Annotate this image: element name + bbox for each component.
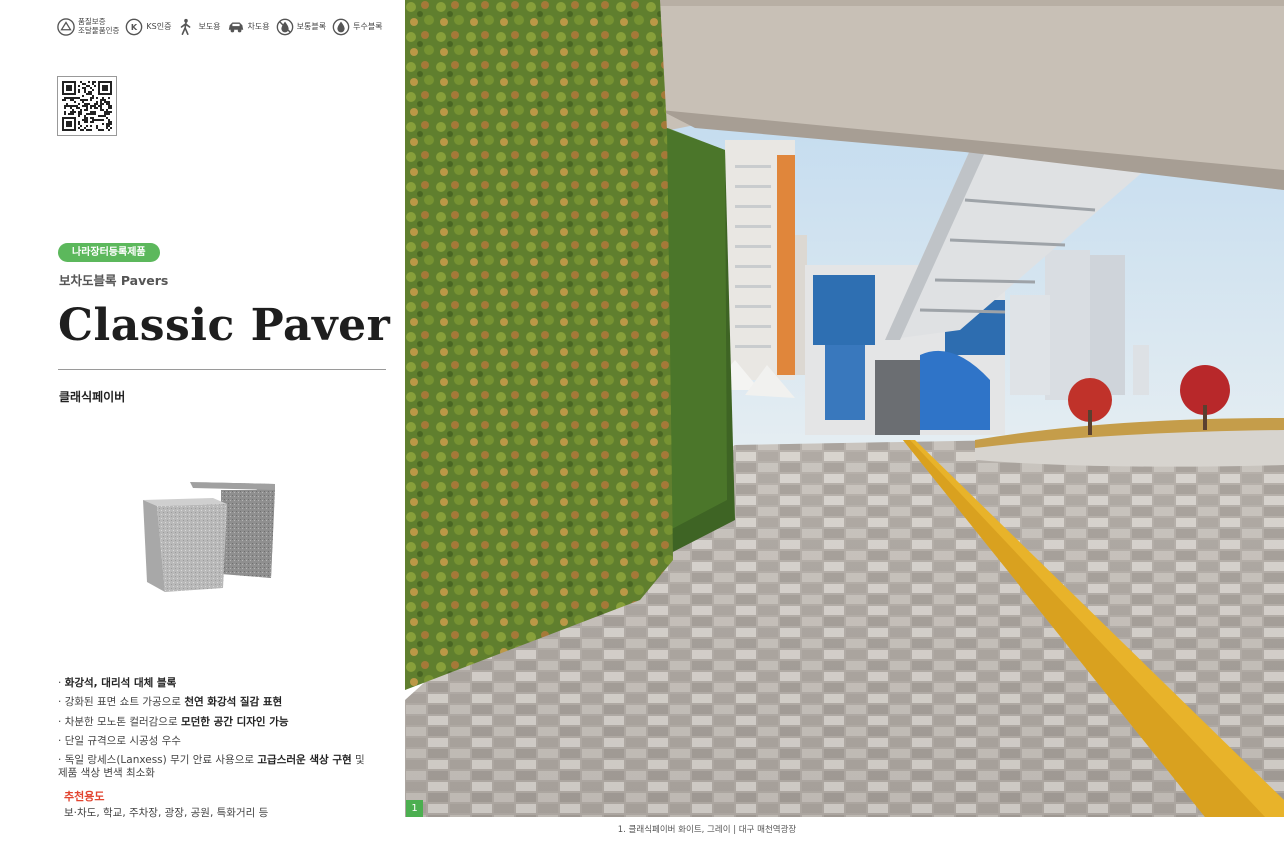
feature-list: · 화강석, 대리석 대체 블록 · 강화된 표면 쇼트 가공으로 천연 화강석… — [58, 675, 378, 785]
photo-caption: 1. 클래식페이버 화이트, 그레이 | 대구 매천역광장 — [617, 825, 797, 835]
feature-highlight: 화강석, 대리석 대체 블록 — [64, 677, 177, 689]
feature-text: 독일 랑세스(Lanxess) 무기 안료 사용으로 — [64, 754, 258, 767]
feature-text: 제품 색상 변색 최소화 — [58, 767, 155, 780]
cert-permeable-block: 투수블록 — [332, 18, 383, 36]
ks-mark-icon: K — [126, 18, 143, 36]
product-title: Classic Paver — [58, 300, 391, 351]
feature-bullet: · — [58, 754, 65, 767]
cert-quality-line2: 조달물품인증 — [78, 26, 120, 35]
title-divider — [58, 369, 386, 370]
feature-text: 강화된 표면 쇼트 가공으로 — [64, 696, 185, 709]
car-icon — [228, 22, 243, 33]
feature-text: 단일 규격으로 시공성 우수 — [64, 734, 181, 747]
cert-normal-block-label: 보통블록 — [296, 22, 327, 32]
pedestrian-icon — [181, 18, 191, 36]
feature-item: · 단일 규격으로 시공성 우수 — [58, 733, 378, 749]
cert-pedestrian: 보도용 — [177, 18, 221, 36]
feature-text: 차분한 모노톤 컬러감으로 — [64, 715, 181, 728]
feature-highlight: 고급스러운 색상 구현 — [257, 754, 352, 767]
feature-bullet: · — [58, 715, 65, 728]
feature-suffix: 및 — [351, 754, 365, 767]
qr-code[interactable] — [57, 76, 117, 136]
figure-number: 1 — [406, 800, 423, 817]
cert-pedestrian-label: 보도용 — [198, 22, 221, 32]
quality-seal-icon — [57, 18, 75, 36]
qr-code-image — [62, 81, 112, 131]
registered-product-badge: 나라장터등록제품 — [58, 243, 160, 262]
feature-highlight: 모던한 공간 디자인 가능 — [180, 715, 289, 728]
recommended-use-heading: 추천용도 — [64, 790, 105, 803]
cert-quality: 품질보증 조달물품인증 — [57, 18, 119, 36]
product-info-panel: 품질보증 조달물품인증 K KS인증 보도용 차도용 보통블록 투수블록 나라장… — [0, 0, 405, 841]
cert-permeable-block-label: 투수블록 — [353, 22, 383, 32]
permeable-icon — [332, 18, 350, 36]
product-category: 보차도블록 Pavers — [59, 273, 169, 288]
recommended-use-text: 보·차도, 학교, 주차장, 광장, 공원, 특화거리 등 — [64, 807, 269, 819]
cert-normal-block: 보통블록 — [276, 18, 326, 36]
no-water-icon — [276, 18, 293, 36]
cert-ks: K KS인증 — [125, 18, 171, 36]
certification-row: 품질보증 조달물품인증 K KS인증 보도용 차도용 보통블록 투수블록 — [57, 18, 383, 36]
feature-item: · 강화된 표면 쇼트 가공으로 천연 화강석 질감 표현 — [58, 694, 378, 710]
feature-bullet: · — [58, 734, 65, 747]
feature-bullet: · — [58, 677, 65, 689]
svg-text:K: K — [131, 22, 138, 32]
feature-item: · 화강석, 대리석 대체 블록 — [58, 675, 378, 691]
installation-photo — [405, 0, 1284, 817]
feature-bullet: · — [58, 696, 65, 709]
paver-block-image — [143, 482, 275, 592]
product-korean-name: 클래식페이버 — [59, 390, 126, 404]
cert-vehicle-label: 차도용 — [247, 22, 270, 32]
cert-ks-label: KS인증 — [146, 22, 172, 32]
plaza-scene-illustration — [405, 0, 1284, 817]
feature-item: · 차분한 모노톤 컬러감으로 모던한 공간 디자인 가능 — [58, 714, 378, 730]
cert-vehicle: 차도용 — [227, 18, 270, 36]
feature-highlight: 천연 화강석 질감 표현 — [184, 696, 283, 709]
